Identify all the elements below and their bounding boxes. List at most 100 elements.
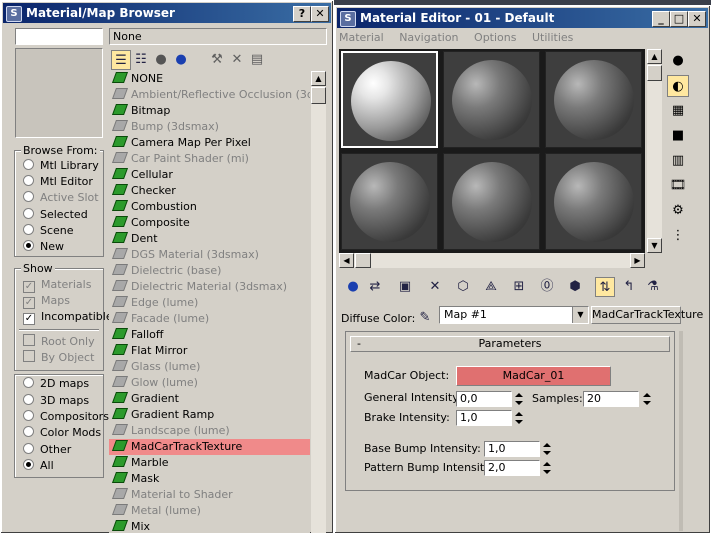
search-input[interactable] [15,28,103,45]
list-item[interactable]: Checker [109,183,310,199]
radio-other[interactable]: Other [23,442,71,458]
list-item[interactable]: Dielectric Material (3dsmax) [109,279,310,295]
list-item[interactable]: Mask [109,471,310,487]
scroll-down-icon[interactable]: ▼ [647,238,662,253]
slots-vscroll[interactable]: ▲ ▼ [647,49,662,253]
menu-navigation[interactable]: Navigation [399,31,458,44]
samples-spinner[interactable] [642,390,652,408]
put-to-scene-icon[interactable]: ⇄ [365,277,385,297]
pattern-bump-intensity-input[interactable]: 2,0 [484,460,540,476]
madcar-object-button[interactable]: MadCar_01 [456,366,611,386]
maximize-button[interactable]: □ [670,11,688,27]
sample-slot-1[interactable] [341,51,438,148]
list-view-icon[interactable]: ☰ [111,50,131,70]
list-item[interactable]: Glass (lume) [109,359,310,375]
list-item[interactable]: Marble [109,455,310,471]
list-item[interactable]: Falloff [109,327,310,343]
sample-slot-5[interactable] [443,153,540,250]
options-icon[interactable]: ⚙ [667,200,689,222]
radio-new[interactable]: New [23,239,64,255]
backlight-icon[interactable]: ◐ [667,75,689,97]
brake-intensity-input[interactable]: 1,0 [456,410,512,426]
list-item[interactable]: Combustion [109,199,310,215]
show-end-result-icon[interactable]: ⬢ [565,277,585,297]
list-item[interactable]: Gradient [109,391,310,407]
list-item[interactable]: Car Paint Shader (mi) [109,151,310,167]
radio-3d-maps[interactable]: 3D maps [23,393,89,409]
assign-to-selection-icon[interactable]: ▣ [395,277,415,297]
list-item[interactable]: Cellular [109,167,310,183]
radio-compositors[interactable]: Compositors [23,409,109,425]
map-name-dropdown[interactable]: Map #1 ▼ [439,306,589,324]
map-type-button[interactable]: MadCarTrackTexture [591,306,703,324]
menu-options[interactable]: Options [474,31,516,44]
sample-slot-3[interactable] [545,51,642,148]
check-materials[interactable]: ✓ Materials [23,277,91,293]
list-item[interactable]: Ambient/Reflective Occlusion (3dsm [109,87,310,103]
reset-map-icon[interactable]: ✕ [425,277,445,297]
general-intensity-spinner[interactable] [514,390,524,408]
video-color-check-icon[interactable]: ▥ [667,150,689,172]
parameters-rollout-header[interactable]: - Parameters [350,336,670,352]
pick-material-icon[interactable]: ⚗ [643,277,663,297]
check-maps[interactable]: ✓ Maps [23,293,70,309]
list-item[interactable]: Edge (lume) [109,295,310,311]
general-intensity-input[interactable]: 0,0 [456,391,512,407]
scroll-left-icon[interactable]: ◀ [339,253,354,268]
list-item[interactable]: Facade (lume) [109,311,310,327]
delete-icon[interactable]: ✕ [227,50,247,70]
editor-titlebar[interactable]: S Material Editor - 01 - Default _ □ ✕ [337,8,708,28]
pattern-bump-intensity-spinner[interactable] [542,459,552,477]
close-button[interactable]: ✕ [311,6,329,22]
list-item[interactable]: Bitmap [109,103,310,119]
select-by-material-icon[interactable]: ⋮ [667,225,689,247]
browser-titlebar[interactable]: S Material/Map Browser ? ✕ [3,3,331,23]
radio-scene[interactable]: Scene [23,223,74,239]
eyedropper-icon[interactable]: ✎ [415,308,435,328]
list-item[interactable]: Landscape (lume) [109,423,310,439]
map-list[interactable]: NONE Ambient/Reflective Occlusion (3dsm Bi… [109,71,310,533]
radio-all[interactable]: All [23,458,54,474]
check-root-only[interactable]: Root Only [23,334,95,350]
radio-mtl-library[interactable]: Mtl Library [23,158,99,174]
sample-slot-6[interactable] [545,153,642,250]
list-item[interactable]: Flat Mirror [109,343,310,359]
list-item[interactable]: Mix [109,519,310,533]
put-to-library-icon[interactable]: ⟁ [481,277,501,297]
list-item[interactable]: Camera Map Per Pixel [109,135,310,151]
radio-selected[interactable]: Selected [23,207,88,223]
sample-slot-2[interactable] [443,51,540,148]
list-item[interactable]: Bump (3dsmax) [109,119,310,135]
list-item[interactable]: Dielectric (base) [109,263,310,279]
minimize-button[interactable]: _ [652,11,670,27]
sample-uv-tiling-icon[interactable]: ■ [667,125,689,147]
list-item[interactable]: Gradient Ramp [109,407,310,423]
list-icons-view-icon[interactable]: ☷ [131,50,151,70]
radio-mtl-editor[interactable]: Mtl Editor [23,174,93,190]
small-icons-view-icon[interactable]: ● [151,50,171,70]
panel-scroll-strip[interactable] [679,331,683,531]
radio-2d-maps[interactable]: 2D maps [23,376,89,392]
list-item[interactable]: Glow (lume) [109,375,310,391]
scroll-right-icon[interactable]: ▶ [630,253,645,268]
list-scrollbar[interactable]: ▲ [311,71,326,533]
list-item[interactable]: DGS Material (3dsmax) [109,247,310,263]
list-item[interactable]: Dent [109,231,310,247]
slots-hscroll[interactable]: ◀ ▶ [339,253,645,268]
scroll-thumb[interactable] [311,87,326,104]
clear-library-icon[interactable]: ▤ [247,50,267,70]
material-effects-channel-icon[interactable]: ⊞ [509,277,529,297]
radio-active-slot[interactable]: Active Slot [23,190,99,206]
list-item[interactable]: MadCarTrackTexture [109,439,310,455]
radio-color-mods[interactable]: Color Mods [23,425,101,441]
background-checker-icon[interactable]: ▦ [667,100,689,122]
make-preview-icon[interactable]: 🎞 [667,175,689,197]
list-item[interactable]: Material to Shader [109,487,310,503]
menu-material[interactable]: Material [339,31,384,44]
show-map-in-viewport-icon[interactable]: ⓪ [537,277,557,297]
editor-close-button[interactable]: ✕ [688,11,706,27]
list-item[interactable]: Composite [109,215,310,231]
check-by-object[interactable]: By Object [23,350,94,366]
base-bump-intensity-spinner[interactable] [542,440,552,458]
sample-slot-4[interactable] [341,153,438,250]
